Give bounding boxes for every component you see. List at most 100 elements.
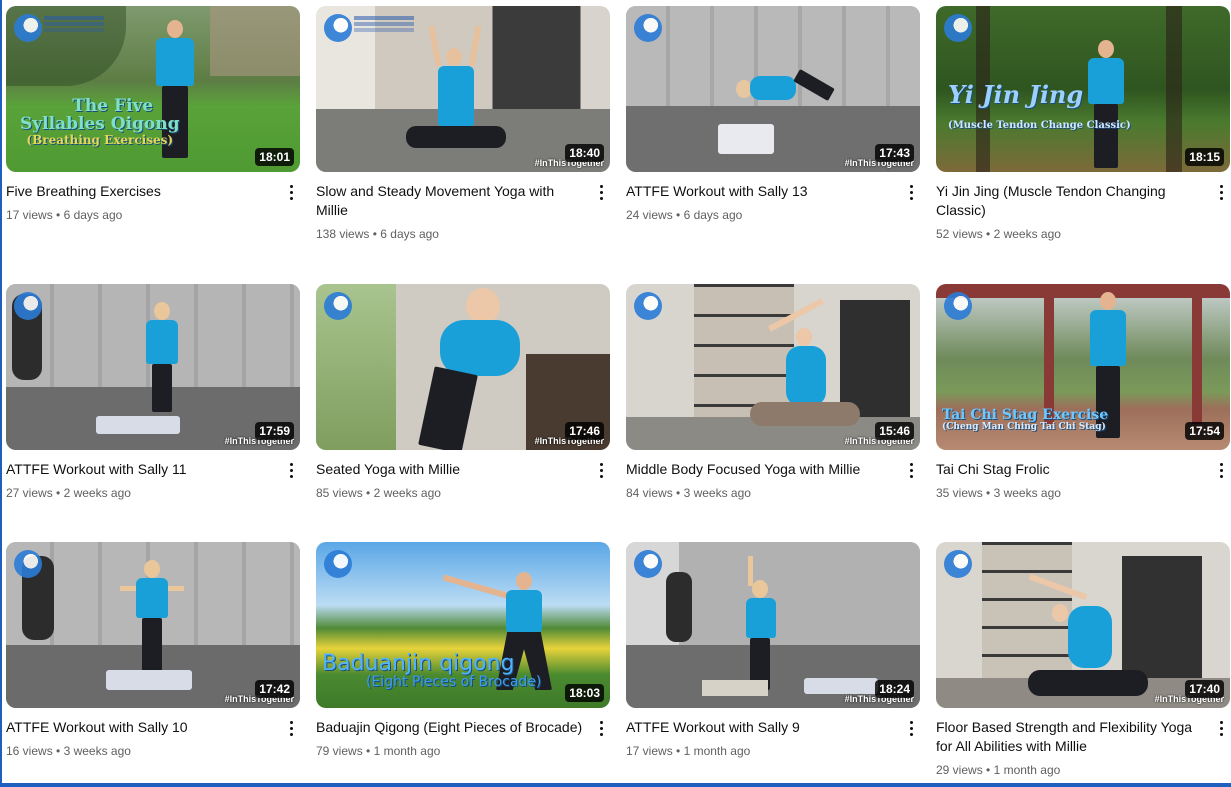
video-stats: 84 views • 3 weeks ago bbox=[626, 485, 894, 501]
more-options-icon[interactable] bbox=[594, 718, 608, 738]
more-options-icon[interactable] bbox=[904, 182, 918, 202]
view-count: 84 views bbox=[626, 486, 673, 500]
channel-logo bbox=[324, 292, 352, 320]
upload-age: 2 weeks ago bbox=[993, 227, 1061, 241]
video-thumbnail[interactable]: #InThisTogether 17:59 bbox=[6, 284, 300, 450]
video-thumbnail[interactable]: Yi Jin Jing (Muscle Tendon Change Classi… bbox=[936, 6, 1230, 172]
video-meta: Baduajin Qigong (Eight Pieces of Brocade… bbox=[316, 708, 610, 759]
more-options-icon[interactable] bbox=[1214, 460, 1228, 480]
video-title[interactable]: ATTFE Workout with Sally 9 bbox=[626, 718, 894, 737]
video-title[interactable]: Baduajin Qigong (Eight Pieces of Brocade… bbox=[316, 718, 584, 737]
separator-dot: • bbox=[56, 208, 61, 222]
upload-age: 2 weeks ago bbox=[63, 486, 131, 500]
video-duration: 17:59 bbox=[255, 422, 294, 440]
channel-logo bbox=[634, 14, 662, 42]
video-card[interactable]: #InThisTogether 18:40 Slow and Steady Mo… bbox=[316, 6, 610, 284]
video-title[interactable]: Seated Yoga with Millie bbox=[316, 460, 584, 479]
video-card[interactable]: Tai Chi Stag Exercise (Cheng Man Ching T… bbox=[936, 284, 1230, 542]
more-options-icon[interactable] bbox=[594, 182, 608, 202]
more-options-icon[interactable] bbox=[284, 460, 298, 480]
video-duration: 18:15 bbox=[1185, 148, 1224, 166]
video-stats: 27 views • 2 weeks ago bbox=[6, 485, 274, 501]
video-meta: Tai Chi Stag Frolic 35 views • 3 weeks a… bbox=[936, 450, 1230, 501]
video-thumbnail[interactable]: The Five Syllables Qigong (Breathing Exe… bbox=[6, 6, 300, 172]
video-title[interactable]: Middle Body Focused Yoga with Millie bbox=[626, 460, 894, 479]
video-title[interactable]: Five Breathing Exercises bbox=[6, 182, 274, 201]
more-options-icon[interactable] bbox=[1214, 182, 1228, 202]
video-meta: Five Breathing Exercises 17 views • 6 da… bbox=[6, 172, 300, 223]
upload-age: 1 month ago bbox=[993, 763, 1061, 777]
video-title[interactable]: ATTFE Workout with Sally 10 bbox=[6, 718, 274, 737]
video-card[interactable]: #InThisTogether 17:46 Seated Yoga with M… bbox=[316, 284, 610, 542]
video-title[interactable]: Slow and Steady Movement Yoga with Milli… bbox=[316, 182, 584, 220]
video-card[interactable]: #InThisTogether 18:24 ATTFE Workout with… bbox=[626, 542, 920, 782]
video-stats: 85 views • 2 weeks ago bbox=[316, 485, 584, 501]
video-row: #InThisTogether 17:42 ATTFE Workout with… bbox=[6, 542, 1230, 782]
channel-logo-text bbox=[44, 16, 104, 20]
video-title[interactable]: Yi Jin Jing (Muscle Tendon Changing Clas… bbox=[936, 182, 1204, 220]
video-grid: The Five Syllables Qigong (Breathing Exe… bbox=[6, 6, 1230, 782]
more-options-icon[interactable] bbox=[904, 460, 918, 480]
video-thumbnail[interactable]: Baduanjin qigong (Eight Pieces of Brocad… bbox=[316, 542, 610, 708]
video-stats: 52 views • 2 weeks ago bbox=[936, 226, 1204, 242]
separator-dot: • bbox=[366, 486, 371, 500]
upload-age: 3 weeks ago bbox=[683, 486, 751, 500]
separator-dot: • bbox=[986, 486, 991, 500]
window-frame-bottom bbox=[0, 783, 1231, 787]
more-options-icon[interactable] bbox=[284, 718, 298, 738]
upload-age: 1 month ago bbox=[683, 744, 751, 758]
thumbnail-overlay-text: Tai Chi Stag Exercise (Cheng Man Ching T… bbox=[942, 407, 1109, 432]
upload-age: 6 days ago bbox=[380, 227, 439, 241]
video-thumbnail[interactable]: #InThisTogether 17:40 bbox=[936, 542, 1230, 708]
channel-logo bbox=[324, 550, 352, 578]
channel-logo bbox=[944, 14, 972, 42]
more-options-icon[interactable] bbox=[1214, 718, 1228, 738]
channel-logo-text bbox=[354, 16, 414, 20]
more-options-icon[interactable] bbox=[594, 460, 608, 480]
separator-dot: • bbox=[372, 227, 377, 241]
video-thumbnail[interactable]: #InThisTogether 17:43 bbox=[626, 6, 920, 172]
video-meta: Slow and Steady Movement Yoga with Milli… bbox=[316, 172, 610, 242]
video-title[interactable]: ATTFE Workout with Sally 13 bbox=[626, 182, 894, 201]
video-thumbnail[interactable]: Tai Chi Stag Exercise (Cheng Man Ching T… bbox=[936, 284, 1230, 450]
video-card[interactable]: Baduanjin qigong (Eight Pieces of Brocad… bbox=[316, 542, 610, 782]
video-card[interactable]: #InThisTogether 17:43 ATTFE Workout with… bbox=[626, 6, 920, 284]
video-card[interactable]: Yi Jin Jing (Muscle Tendon Change Classi… bbox=[936, 6, 1230, 284]
video-thumbnail[interactable]: #InThisTogether 18:24 bbox=[626, 542, 920, 708]
channel-logo bbox=[14, 14, 42, 42]
more-options-icon[interactable] bbox=[284, 182, 298, 202]
window-frame-left bbox=[0, 0, 2, 787]
video-title[interactable]: Floor Based Strength and Flexibility Yog… bbox=[936, 718, 1204, 756]
video-thumbnail[interactable]: #InThisTogether 17:46 bbox=[316, 284, 610, 450]
more-options-icon[interactable] bbox=[904, 718, 918, 738]
separator-dot: • bbox=[56, 486, 61, 500]
video-row: The Five Syllables Qigong (Breathing Exe… bbox=[6, 6, 1230, 284]
thumbnail-overlay-text: The Five Syllables Qigong (Breathing Exe… bbox=[20, 96, 180, 147]
thumbnail-overlay-text: Yi Jin Jing (Muscle Tendon Change Classi… bbox=[948, 80, 1131, 132]
channel-logo bbox=[324, 14, 352, 42]
video-stats: 24 views • 6 days ago bbox=[626, 207, 894, 223]
video-card[interactable]: The Five Syllables Qigong (Breathing Exe… bbox=[6, 6, 300, 284]
upload-age: 3 weeks ago bbox=[993, 486, 1061, 500]
video-duration: 18:01 bbox=[255, 148, 294, 166]
video-card[interactable]: #InThisTogether 17:59 ATTFE Workout with… bbox=[6, 284, 300, 542]
separator-dot: • bbox=[676, 486, 681, 500]
video-stats: 16 views • 3 weeks ago bbox=[6, 743, 274, 759]
video-stats: 35 views • 3 weeks ago bbox=[936, 485, 1204, 501]
video-row: #InThisTogether 17:59 ATTFE Workout with… bbox=[6, 284, 1230, 542]
video-stats: 79 views • 1 month ago bbox=[316, 743, 584, 759]
thumbnail-overlay-text: Baduanjin qigong (Eight Pieces of Brocad… bbox=[322, 651, 542, 691]
video-card[interactable]: #InThisTogether 17:40 Floor Based Streng… bbox=[936, 542, 1230, 782]
view-count: 138 views bbox=[316, 227, 370, 241]
upload-age: 2 weeks ago bbox=[373, 486, 441, 500]
video-title[interactable]: ATTFE Workout with Sally 11 bbox=[6, 460, 274, 479]
view-count: 16 views bbox=[6, 744, 53, 758]
video-card[interactable]: #InThisTogether 17:42 ATTFE Workout with… bbox=[6, 542, 300, 782]
video-title[interactable]: Tai Chi Stag Frolic bbox=[936, 460, 1204, 479]
channel-logo bbox=[944, 550, 972, 578]
video-card[interactable]: #InThisTogether 15:46 Middle Body Focuse… bbox=[626, 284, 920, 542]
video-thumbnail[interactable]: #InThisTogether 15:46 bbox=[626, 284, 920, 450]
video-thumbnail[interactable]: #InThisTogether 17:42 bbox=[6, 542, 300, 708]
video-meta: Seated Yoga with Millie 85 views • 2 wee… bbox=[316, 450, 610, 501]
video-thumbnail[interactable]: #InThisTogether 18:40 bbox=[316, 6, 610, 172]
